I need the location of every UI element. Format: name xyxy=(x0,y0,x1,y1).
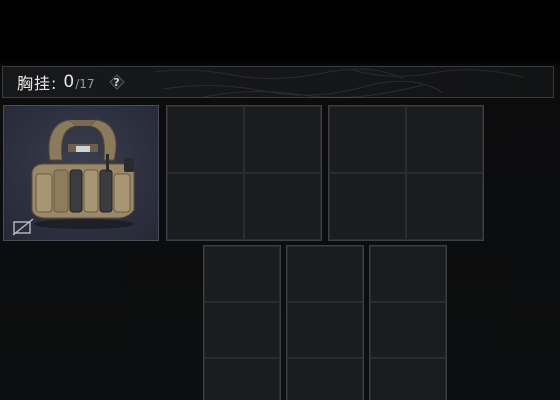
question-diamond-icon[interactable]: ? xyxy=(108,74,125,90)
grid-cell[interactable] xyxy=(287,358,363,400)
grid-cell[interactable] xyxy=(370,246,446,302)
grid-cell[interactable] xyxy=(287,302,363,358)
chest-rig-header: 胸挂: 0 /17 ? xyxy=(2,66,554,98)
pouch-grid-2x2-left[interactable] xyxy=(166,105,322,241)
grid-cell[interactable] xyxy=(406,173,483,240)
grid-cell[interactable] xyxy=(406,106,483,173)
grid-cell[interactable] xyxy=(167,173,244,240)
grid-cell[interactable] xyxy=(329,106,406,173)
grid-cell[interactable] xyxy=(204,358,280,400)
no-insure-icon xyxy=(12,218,34,236)
pouch-grid-2x2-right[interactable] xyxy=(328,105,484,241)
grid-cell[interactable] xyxy=(204,246,280,302)
grid-cell[interactable] xyxy=(204,302,280,358)
grid-cell[interactable] xyxy=(287,246,363,302)
grid-cell[interactable] xyxy=(370,358,446,400)
grid-cell[interactable] xyxy=(370,302,446,358)
chest-rig-panel: 胸挂: 0 /17 ? xyxy=(0,0,560,400)
chest-rig-image xyxy=(31,119,135,229)
grid-cell[interactable] xyxy=(329,173,406,240)
grid-cell[interactable] xyxy=(244,173,321,240)
capacity-count: 0 xyxy=(63,72,75,92)
pouch-grid-1x3-first[interactable] xyxy=(203,245,281,400)
header-title: 胸挂: xyxy=(17,74,58,93)
pouch-grid-1x3-second[interactable] xyxy=(286,245,364,400)
equipped-chest-rig-slot[interactable] xyxy=(3,105,159,241)
grid-cell[interactable] xyxy=(244,106,321,173)
pouch-grid-1x3-third[interactable] xyxy=(369,245,447,400)
help-label: ? xyxy=(113,75,120,89)
grid-cell[interactable] xyxy=(167,106,244,173)
capacity-max: /17 xyxy=(75,76,95,91)
